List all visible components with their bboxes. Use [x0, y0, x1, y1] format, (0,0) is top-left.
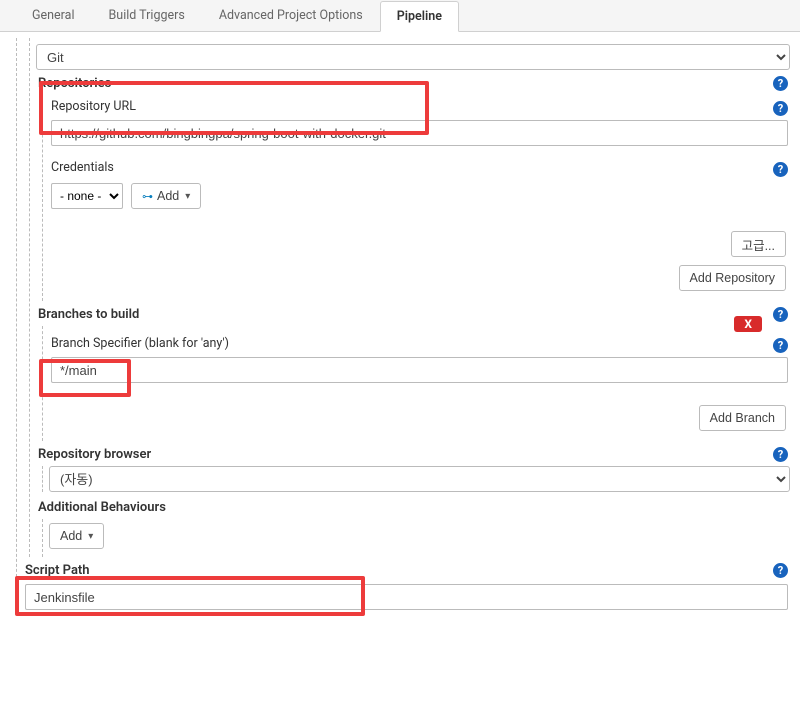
repo-url-input[interactable]: [51, 120, 788, 146]
repo-url-label: Repository URL: [51, 99, 136, 114]
add-behaviour-button[interactable]: Add ▾: [49, 523, 104, 549]
repo-browser-select[interactable]: (자동): [49, 466, 790, 492]
credentials-select[interactable]: - none -: [51, 183, 123, 209]
tab-pipeline[interactable]: Pipeline: [380, 1, 459, 32]
branch-specifier-input[interactable]: [51, 357, 788, 383]
tab-advanced-options[interactable]: Advanced Project Options: [202, 0, 380, 31]
chevron-down-icon: ▾: [88, 531, 93, 542]
branch-specifier-label: Branch Specifier (blank for 'any'): [51, 336, 229, 351]
add-credentials-button[interactable]: ⊶ Add ▾: [131, 183, 201, 209]
help-icon[interactable]: ?: [773, 76, 788, 91]
help-icon[interactable]: ?: [773, 447, 788, 462]
help-icon[interactable]: ?: [773, 563, 788, 578]
additional-title: Additional Behaviours: [38, 500, 166, 515]
add-branch-button[interactable]: Add Branch: [699, 405, 786, 431]
advanced-button[interactable]: 고급...: [731, 231, 786, 257]
delete-branch-button[interactable]: X: [734, 316, 762, 332]
repositories-title: Repositories: [38, 76, 111, 91]
help-icon[interactable]: ?: [773, 307, 788, 322]
credentials-label: Credentials: [51, 160, 114, 175]
tab-general[interactable]: General: [15, 0, 92, 31]
help-icon[interactable]: ?: [773, 101, 788, 116]
add-credentials-label: Add: [157, 189, 179, 203]
tabs-bar: General Build Triggers Advanced Project …: [0, 0, 800, 32]
branches-title: Branches to build: [38, 307, 139, 322]
add-repository-button[interactable]: Add Repository: [679, 265, 786, 291]
add-behaviour-label: Add: [60, 529, 82, 543]
repo-browser-title: Repository browser: [38, 447, 151, 462]
chevron-down-icon: ▾: [185, 191, 190, 202]
help-icon[interactable]: ?: [773, 162, 788, 177]
script-path-title: Script Path: [25, 563, 90, 578]
help-icon[interactable]: ?: [773, 338, 788, 353]
key-icon: ⊶: [142, 190, 153, 203]
tab-build-triggers[interactable]: Build Triggers: [92, 0, 202, 31]
scm-select[interactable]: Git: [36, 44, 790, 70]
script-path-input[interactable]: [25, 584, 788, 610]
